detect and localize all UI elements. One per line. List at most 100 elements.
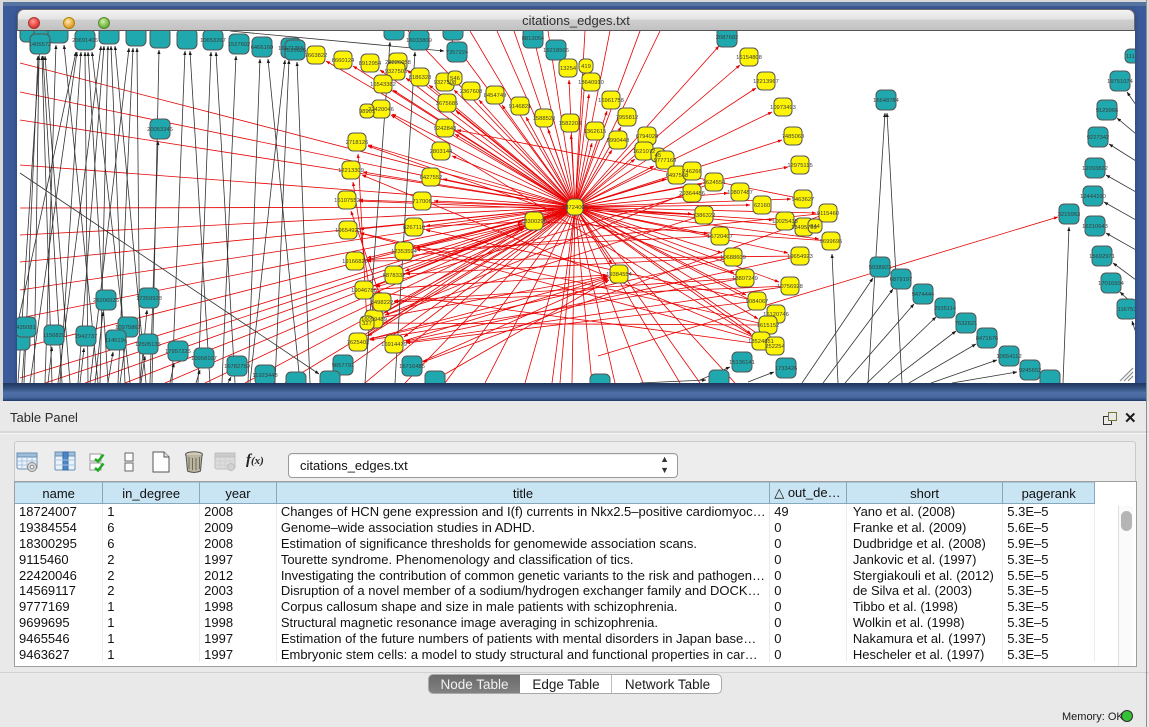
svg-text:1112: 1112 [1126, 54, 1135, 60]
svg-text:8878332: 8878332 [383, 273, 406, 279]
svg-text:16648784: 16648784 [873, 98, 900, 104]
svg-text:3215953: 3215953 [1058, 212, 1081, 218]
svg-text:2087682: 2087682 [716, 35, 739, 41]
svg-text:327: 327 [362, 321, 372, 327]
svg-text:7955812: 7955812 [616, 115, 639, 121]
svg-text:17957225: 17957225 [165, 349, 191, 355]
svg-text:3624554: 3624554 [703, 180, 726, 186]
svg-text:1362615: 1362615 [584, 129, 607, 135]
svg-text:13254: 13254 [560, 66, 577, 72]
svg-text:10653267: 10653267 [200, 38, 226, 44]
svg-text:419: 419 [581, 64, 591, 70]
svg-text:10654112: 10654112 [996, 354, 1021, 360]
svg-text:7632621: 7632621 [955, 321, 978, 327]
svg-text:1145194: 1145194 [105, 338, 128, 344]
svg-text:16120746: 16120746 [763, 312, 789, 318]
svg-text:2942737: 2942737 [75, 334, 98, 340]
svg-text:7663822: 7663822 [305, 53, 328, 59]
svg-text:2803144: 2803144 [430, 149, 453, 155]
svg-text:18640910: 18640910 [578, 80, 604, 86]
svg-text:8660124: 8660124 [332, 58, 355, 64]
svg-text:12213967: 12213967 [753, 79, 779, 85]
svg-text:7357224: 7357224 [446, 50, 469, 56]
svg-text:9084067: 9084067 [746, 299, 769, 305]
svg-text:3675685: 3675685 [436, 101, 459, 107]
svg-text:26206526: 26206526 [93, 298, 119, 304]
svg-text:8912954: 8912954 [359, 61, 382, 67]
svg-text:19751074: 19751074 [1107, 79, 1134, 85]
svg-text:19654923: 19654923 [787, 254, 813, 260]
svg-text:16154808: 16154808 [736, 55, 762, 61]
svg-text:6466160: 6466160 [251, 45, 274, 51]
svg-text:12093822: 12093822 [1082, 166, 1108, 172]
svg-text:19654923: 19654923 [335, 228, 361, 234]
svg-text:12505135: 12505135 [135, 342, 161, 348]
svg-text:8813054: 8813054 [522, 36, 545, 42]
svg-text:19218506: 19218506 [543, 48, 569, 54]
svg-text:15136141: 15136141 [729, 360, 755, 366]
svg-text:1582203: 1582203 [559, 121, 582, 127]
svg-text:252254: 252254 [765, 344, 785, 350]
svg-text:10807487: 10807487 [727, 190, 753, 196]
svg-text:1527602: 1527602 [228, 42, 251, 48]
svg-text:9463627: 9463627 [792, 197, 815, 203]
svg-text:15692971: 15692971 [1089, 254, 1115, 260]
svg-text:12444190: 12444190 [1080, 194, 1106, 200]
svg-text:10688609: 10688609 [720, 255, 746, 261]
svg-text:5938923: 5938923 [869, 265, 892, 271]
svg-text:12353594: 12353594 [391, 249, 418, 255]
svg-text:9115460: 9115460 [817, 211, 839, 217]
svg-text:20691406: 20691406 [72, 38, 98, 44]
svg-text:20364486: 20364486 [679, 191, 705, 197]
svg-text:9474444: 9474444 [912, 292, 935, 298]
svg-text:10973493: 10973493 [770, 105, 796, 111]
svg-text:2367608: 2367608 [460, 89, 483, 95]
svg-text:18807249: 18807249 [732, 276, 758, 282]
svg-text:9242843: 9242843 [434, 126, 457, 132]
svg-text:1621072: 1621072 [633, 149, 656, 155]
svg-text:19384554: 19384554 [606, 272, 633, 278]
svg-text:1733426: 1733426 [775, 366, 798, 372]
svg-text:7515526: 7515526 [284, 48, 307, 54]
svg-text:2935114: 2935114 [934, 306, 957, 312]
svg-text:546: 546 [450, 76, 460, 82]
svg-text:9129966: 9129966 [1096, 108, 1119, 114]
svg-text:16961758: 16961758 [598, 98, 624, 104]
svg-text:435081: 435081 [17, 325, 36, 331]
svg-text:8186328: 8186328 [409, 75, 432, 81]
svg-text:12975115: 12975115 [787, 163, 812, 169]
svg-text:1156829: 1156829 [43, 333, 65, 339]
svg-text:19046786: 19046786 [351, 288, 377, 294]
svg-text:8427552: 8427552 [420, 175, 443, 181]
svg-text:6879197: 6879197 [890, 277, 913, 283]
svg-text:6794028: 6794028 [636, 134, 659, 140]
svg-text:7386322: 7386322 [693, 213, 716, 219]
svg-text:1615152: 1615152 [757, 323, 780, 329]
svg-text:2718126: 2718126 [346, 140, 369, 146]
svg-text:23226058: 23226058 [385, 60, 411, 66]
svg-text:16033809: 16033809 [406, 38, 432, 44]
svg-text:15720407: 15720407 [707, 234, 733, 240]
svg-text:16782759: 16782759 [224, 364, 250, 370]
svg-text:12213309: 12213309 [338, 168, 364, 174]
svg-text:16210643: 16210643 [1082, 224, 1108, 230]
svg-text:10958107: 10958107 [191, 356, 217, 362]
svg-text:116753: 116753 [1118, 307, 1135, 313]
svg-text:18724007: 18724007 [562, 205, 588, 211]
svg-text:9699695: 9699695 [820, 239, 843, 245]
svg-text:9245652: 9245652 [1019, 368, 1042, 374]
svg-text:9227342: 9227342 [1087, 135, 1110, 141]
svg-text:8990448: 8990448 [607, 138, 630, 144]
svg-text:19166829: 19166829 [342, 259, 368, 265]
svg-text:10975867: 10975867 [115, 325, 141, 331]
svg-text:17016504: 17016504 [1098, 281, 1125, 287]
svg-text:8454749: 8454749 [484, 93, 507, 99]
svg-text:9146821: 9146821 [509, 104, 532, 110]
svg-text:62160: 62160 [754, 203, 770, 209]
svg-text:16543382: 16543382 [370, 82, 396, 88]
svg-text:9657791: 9657791 [332, 363, 355, 369]
svg-text:8471676: 8471676 [976, 336, 999, 342]
svg-text:1405572: 1405572 [29, 42, 52, 48]
svg-text:7485063: 7485063 [782, 134, 805, 140]
svg-text:18300295: 18300295 [521, 219, 547, 225]
